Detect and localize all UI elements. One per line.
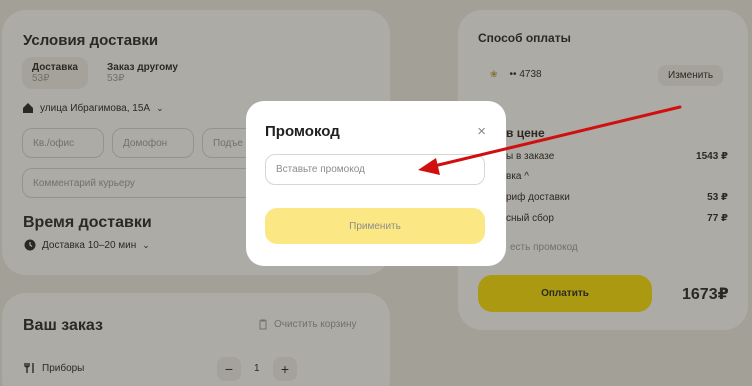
modal-title: Промокод xyxy=(265,123,340,140)
close-icon[interactable]: × xyxy=(477,123,486,140)
promo-code-input[interactable] xyxy=(265,154,485,185)
apply-button[interactable]: Применить xyxy=(265,208,485,244)
promo-code-modal: Промокод × Применить xyxy=(246,101,506,266)
